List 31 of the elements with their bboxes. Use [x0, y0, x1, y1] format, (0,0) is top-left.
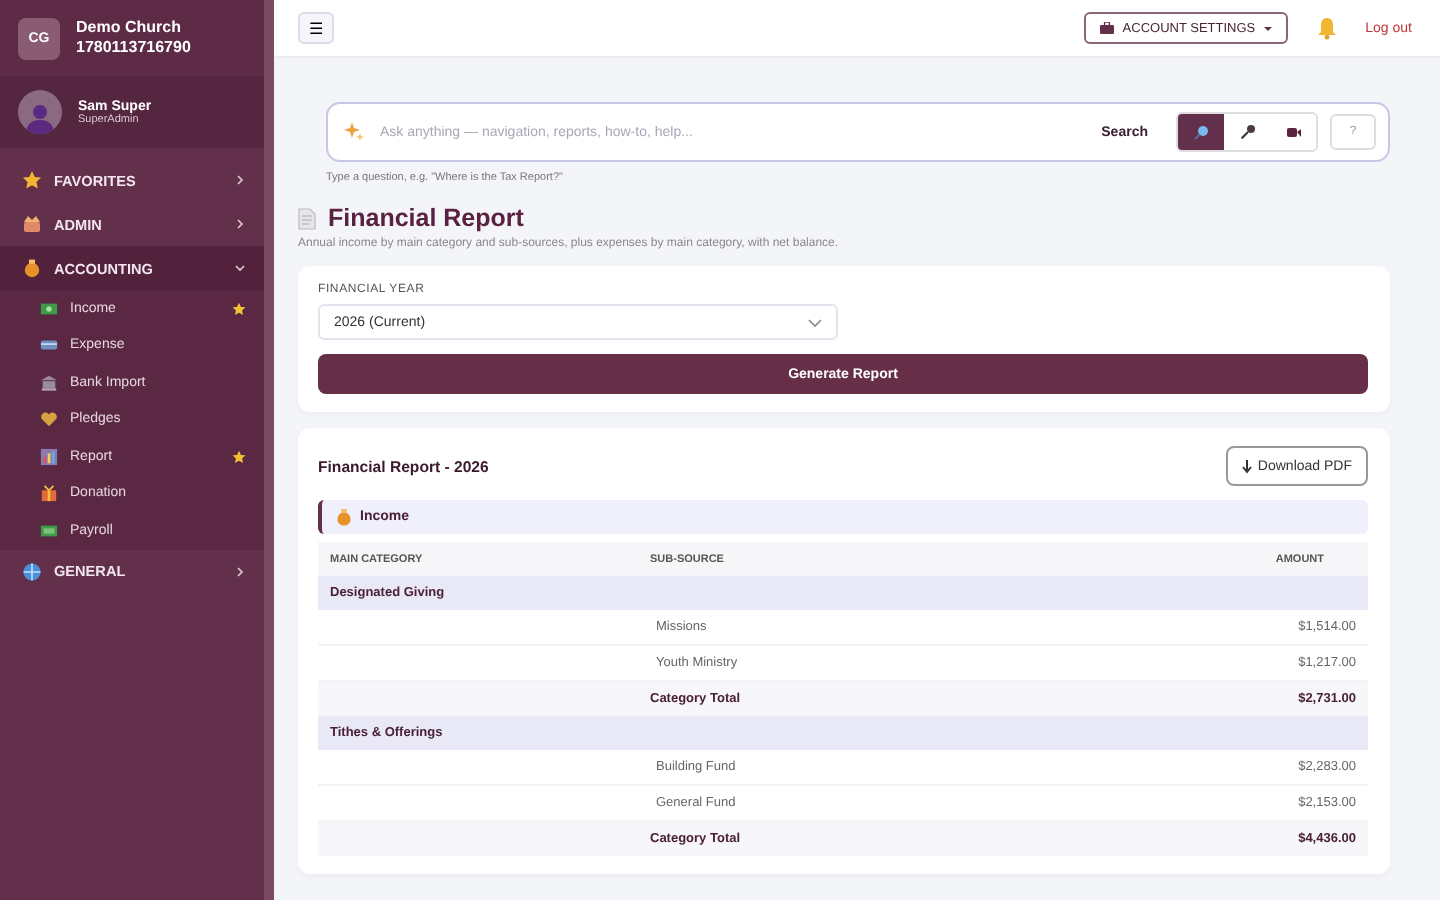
chevron-icon — [234, 565, 246, 577]
avatar-icon — [18, 90, 62, 134]
page-title: Financial Report — [328, 204, 524, 232]
document-icon — [298, 207, 316, 229]
search-icon — [1193, 124, 1209, 140]
caret-icon — [1263, 25, 1272, 31]
nav-item-icon — [40, 336, 58, 355]
chevron-icon — [234, 174, 246, 186]
camera-icon — [1285, 124, 1301, 140]
nav-item-icon — [40, 484, 58, 503]
microphone-icon — [1239, 124, 1255, 140]
money-bag-icon — [336, 508, 352, 526]
sparkle-icon — [344, 122, 364, 142]
nav-section-icon — [22, 561, 42, 581]
nav-item-icon — [40, 373, 58, 392]
search-mode-button[interactable] — [1178, 114, 1224, 150]
nav-item-icon — [40, 410, 58, 429]
nav-item-icon — [40, 299, 58, 318]
nav-section-icon — [22, 214, 42, 234]
briefcase-icon — [1100, 22, 1115, 34]
download-icon — [1241, 459, 1252, 473]
org-name: Demo Church — [76, 18, 183, 38]
nav-item-icon — [40, 521, 58, 540]
nav-section-icon — [22, 170, 42, 190]
org-code: 1780113716790 — [76, 38, 191, 58]
nav-item-icon — [40, 447, 58, 466]
chevron-icon — [234, 218, 246, 230]
chevron-icon — [808, 317, 822, 327]
menu-button[interactable]: ☰ — [298, 12, 334, 44]
nav-section-icon — [22, 258, 42, 278]
chevron-icon — [234, 262, 246, 274]
